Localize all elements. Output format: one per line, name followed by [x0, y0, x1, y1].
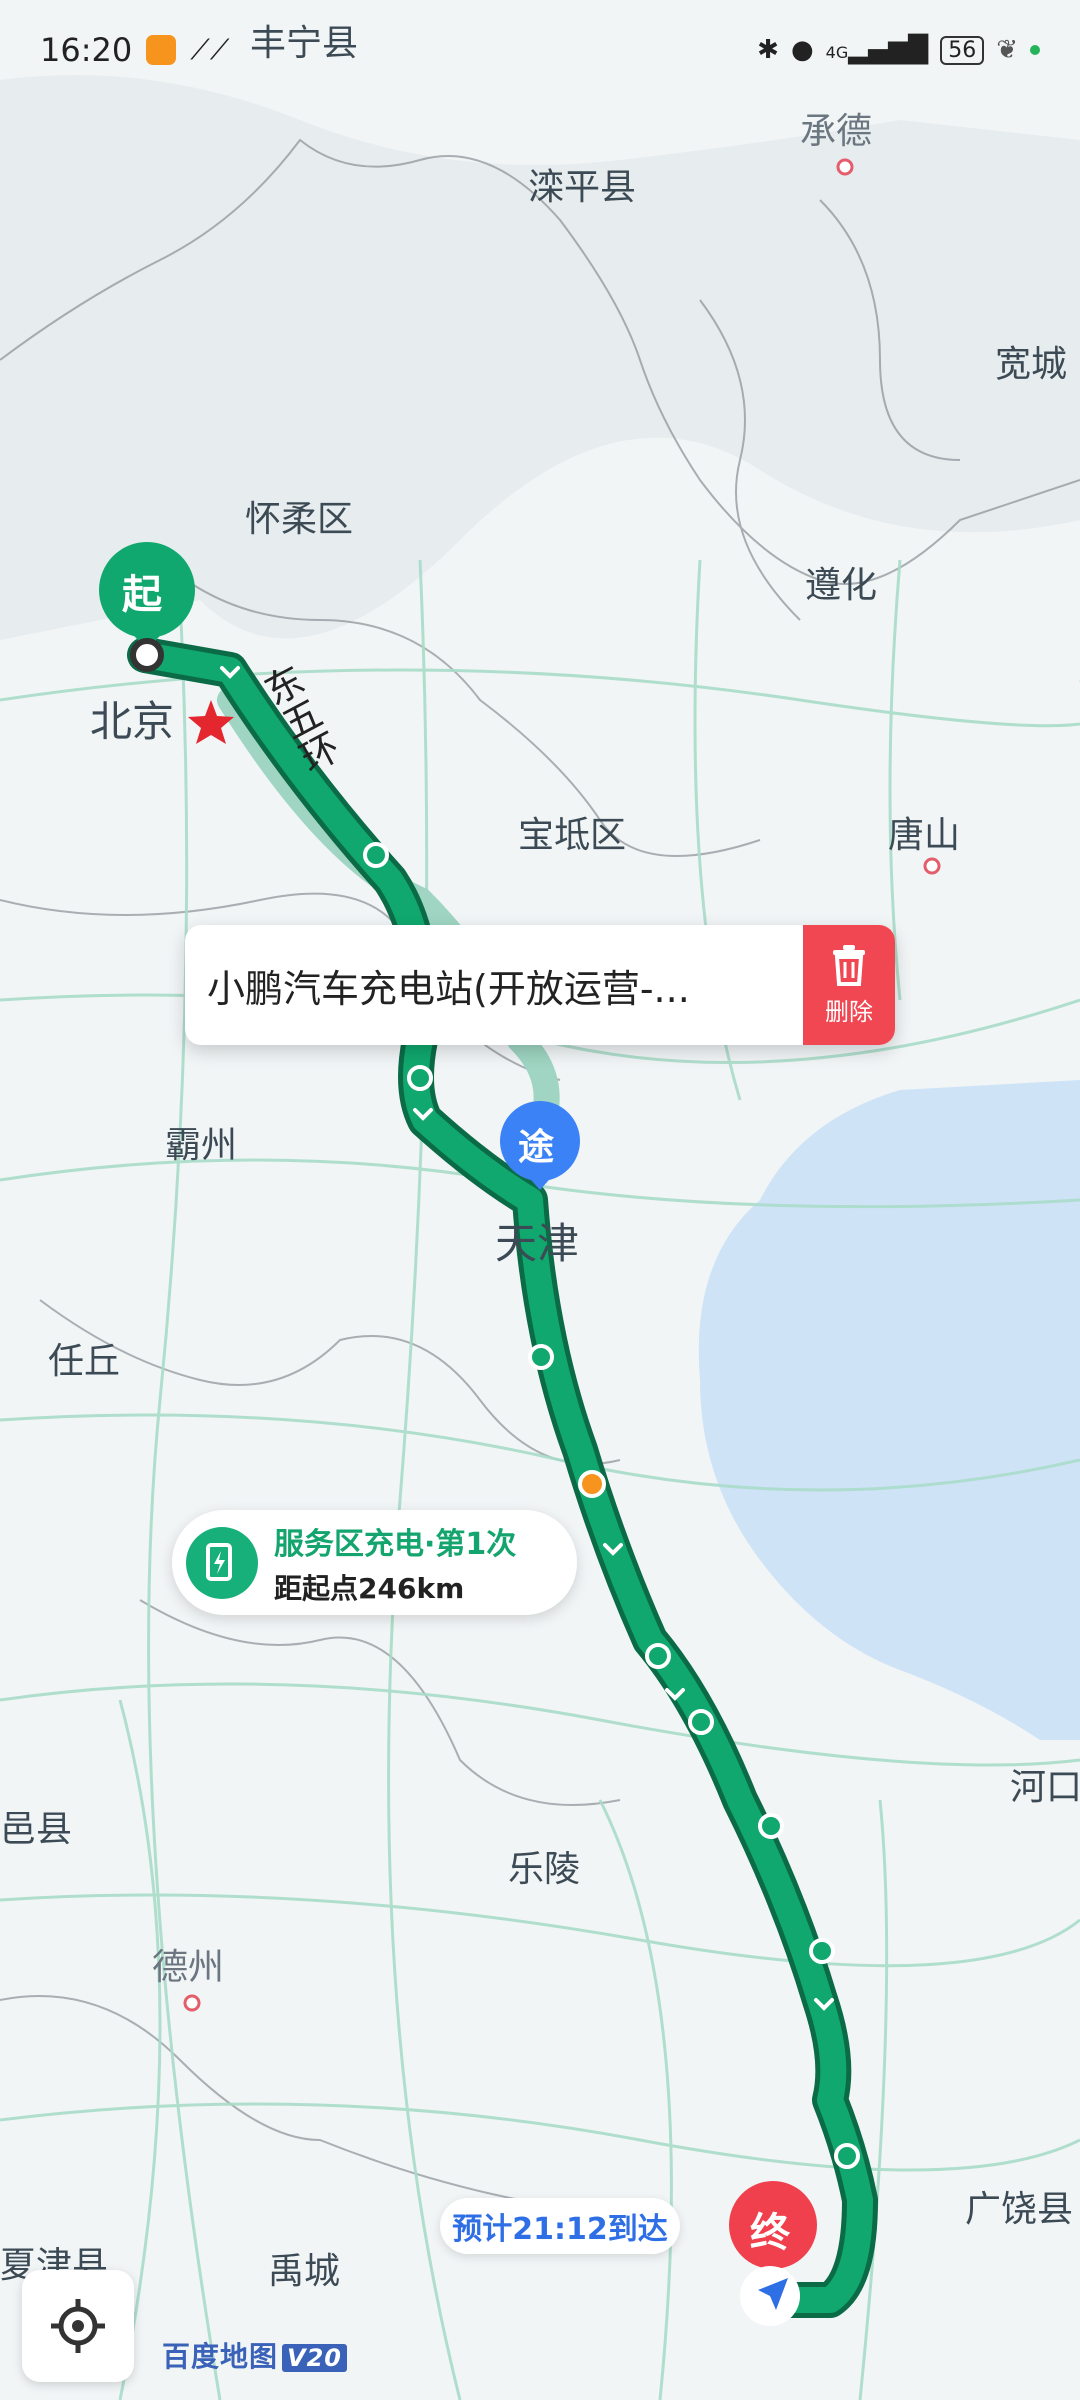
bluetooth-icon: ✱ [757, 35, 779, 65]
map-label: 怀柔区 [245, 499, 354, 540]
leaf-icon: ❦ [996, 35, 1018, 65]
route-waypoint [834, 2143, 860, 2169]
signal-icon: 4G▂▄▆█ [825, 35, 929, 65]
charging-icon [186, 1526, 258, 1599]
city-dot-dezhou [183, 1994, 201, 2012]
route-waypoint [645, 1643, 671, 1669]
trash-icon [833, 944, 865, 986]
location-icon: ● [790, 35, 814, 65]
map-label: 禹城 [268, 2251, 341, 2292]
map-label: 霸州 [165, 1125, 238, 1166]
map-label: 广饶县 [965, 2189, 1074, 2230]
map-label: 滦平县 [528, 167, 637, 208]
charging-stop-card[interactable]: 服务区充电·第1次 距起点246km [172, 1510, 577, 1615]
route-waypoint [688, 1709, 714, 1735]
city-dot-chengde [836, 158, 854, 176]
eta-label: 预计21:12到达 [440, 2198, 680, 2254]
delete-label: 删除 [825, 997, 873, 1026]
map-label: 宝坻区 [518, 815, 627, 856]
end-marker-label[interactable]: 终 [750, 2200, 790, 2258]
route-waypoint [363, 842, 389, 868]
start-marker-label[interactable]: 起 [122, 562, 162, 620]
baidu-map-logo: 百度地图 V20 [162, 2335, 347, 2375]
map-label: 德州 [152, 1947, 225, 1988]
map-label: 遵化 [805, 565, 878, 606]
route-waypoint [407, 1065, 433, 1091]
map-canvas[interactable] [0, 0, 1080, 2400]
map-label: 丰宁县 [250, 23, 359, 64]
route-waypoint [758, 1813, 784, 1839]
route-waypoint [809, 1938, 835, 1964]
map-label: 河口 [1010, 1767, 1080, 1808]
battery-icon: 56 [940, 35, 985, 65]
city-dot-tangshan [923, 857, 941, 875]
charging-stop-distance: 距起点246km [274, 1571, 465, 1605]
station-name[interactable]: 小鹏汽车充电站(开放运营-... [185, 958, 803, 1013]
notification-icon [146, 35, 177, 65]
status-time: 16:20 [40, 31, 133, 69]
charging-stop-dot [578, 1470, 606, 1498]
map-label: 任丘 [48, 1341, 121, 1382]
delete-button[interactable]: 删除 [803, 925, 895, 1045]
green-dot-icon [1030, 45, 1040, 55]
app-notification-icon: ⟋⟋ [190, 33, 230, 66]
map-label: 天津 [495, 1219, 580, 1268]
station-popup[interactable]: 小鹏汽车充电站(开放运营-... 删除 [185, 925, 895, 1045]
map-label: 承德 [800, 111, 873, 152]
status-bar: 16:20 ⟋⟋ ✱ ● 4G▂▄▆█ 56 ❦ [0, 0, 1080, 100]
charging-stop-title: 服务区充电·第1次 [274, 1526, 517, 1562]
locate-button[interactable] [22, 2270, 134, 2382]
route-waypoint [528, 1344, 554, 1370]
map-label: 邑县 [0, 1809, 73, 1850]
map-label: 唐山 [888, 815, 961, 856]
map-label: 宽城 [995, 344, 1068, 385]
map-label: 乐陵 [508, 1849, 581, 1890]
via-marker-label[interactable]: 途 [518, 1118, 554, 1170]
crosshair-icon [51, 2299, 105, 2353]
navigation-arrow-icon [740, 2266, 800, 2326]
map-label: 北京 [90, 697, 175, 746]
